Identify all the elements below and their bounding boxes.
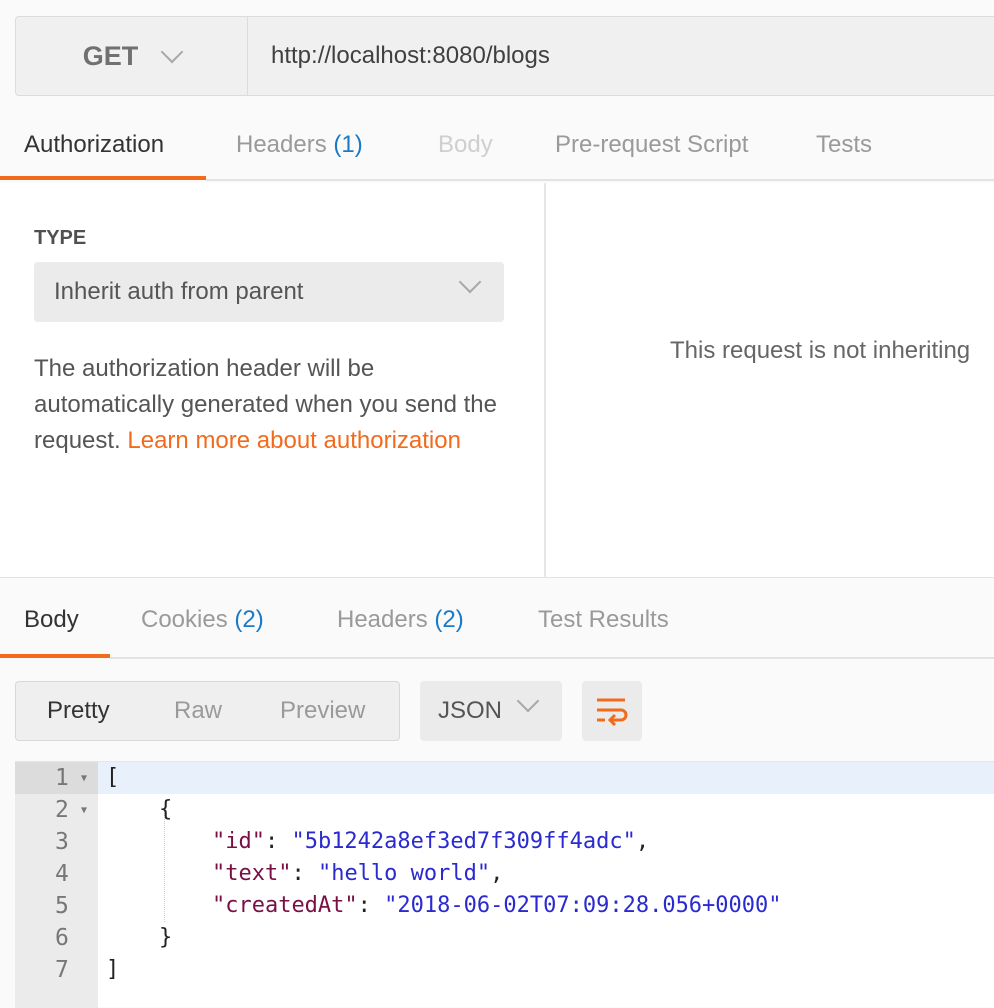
tab-label: Cookies: [141, 606, 228, 633]
chevron-down-icon: [458, 270, 482, 294]
format-dropdown[interactable]: JSON: [420, 681, 562, 741]
response-panel: Body Cookies (2) Headers (2) Test Result…: [0, 577, 994, 1008]
fold-arrow-icon[interactable]: ▼: [81, 763, 87, 795]
json-punctuation: }: [158, 925, 173, 950]
line-number: 5: [15, 890, 98, 922]
wrap-lines-icon: [597, 698, 628, 726]
tab-count: (1): [333, 131, 363, 158]
url-input[interactable]: http://localhost:8080/blogs: [271, 17, 550, 95]
json-punctuation: :: [264, 829, 292, 854]
json-string: "5b1242a8ef3ed7f309ff4adc": [291, 829, 636, 854]
tab-label: Headers: [337, 606, 428, 633]
json-key: "text": [211, 861, 292, 886]
preview-button[interactable]: Preview: [280, 697, 365, 725]
line-number-text: 7: [55, 957, 69, 983]
code-line: "createdAt": "2018-06-02T07:09:28.056+00…: [106, 890, 782, 922]
tab-tests[interactable]: Tests: [816, 131, 872, 159]
wrap-lines-button[interactable]: [582, 681, 642, 741]
json-string: "hello world": [317, 861, 491, 886]
line-number-text: 3: [55, 829, 69, 855]
line-number: 6: [15, 922, 98, 954]
tab-label: Body: [438, 131, 493, 158]
active-line-highlight: [98, 762, 994, 794]
tab-count: (2): [434, 606, 464, 633]
code-line: "id": "5b1242a8ef3ed7f309ff4adc",: [106, 826, 649, 858]
active-tab-indicator: [0, 654, 110, 658]
line-number-text: 4: [55, 861, 69, 887]
divider: [544, 183, 546, 577]
json-punctuation: :: [357, 893, 385, 918]
format-value: JSON: [438, 697, 503, 724]
tab-response-body[interactable]: Body: [24, 606, 79, 634]
tab-label: Tests: [816, 131, 873, 158]
code-line: }: [106, 922, 172, 954]
divider: [206, 179, 994, 181]
auth-type-dropdown[interactable]: Inherit auth from parent: [34, 262, 504, 322]
type-label: TYPE: [34, 227, 87, 249]
code-line: {: [106, 794, 172, 826]
code-line: [: [106, 762, 119, 794]
json-key: "id": [211, 829, 265, 854]
auth-type-value: Inherit auth from parent: [54, 278, 304, 305]
tab-authorization[interactable]: Authorization: [24, 131, 164, 159]
divider: [110, 657, 994, 659]
tab-label: Pre-request Script: [555, 131, 749, 158]
line-number: 4: [15, 858, 98, 890]
request-bar: GET http://localhost:8080/blogs: [15, 16, 994, 96]
auth-description: The authorization header will be automat…: [34, 351, 514, 459]
auth-panel: TYPE Inherit auth from parent The author…: [0, 183, 994, 577]
line-number-text: 5: [55, 893, 69, 919]
json-punctuation: {: [158, 797, 173, 822]
json-key: "createdAt": [211, 893, 358, 918]
method-label: GET: [82, 40, 139, 71]
code-line: "text": "hello world",: [106, 858, 503, 890]
line-number-text: 1: [55, 765, 69, 791]
tab-cookies[interactable]: Cookies (2): [141, 606, 264, 634]
active-tab-indicator: [0, 176, 206, 180]
tab-label: Headers: [236, 131, 327, 158]
inherit-message: This request is not inheriting: [670, 337, 971, 364]
tab-count: (2): [234, 606, 264, 633]
view-mode-group: Pretty Raw Preview: [15, 681, 400, 741]
line-number: 2 ▼: [15, 794, 98, 826]
pretty-button[interactable]: Pretty: [47, 697, 110, 725]
tab-test-results[interactable]: Test Results: [538, 606, 669, 634]
tab-headers[interactable]: Headers (1): [236, 131, 363, 159]
response-body-editor[interactable]: 1 ▼[2 ▼ {3 "id": "5b1242a8ef3ed7f309ff4adc…: [15, 761, 994, 1008]
method-dropdown[interactable]: GET: [16, 17, 248, 95]
json-punctuation: ]: [106, 957, 120, 982]
tab-pre-request-script[interactable]: Pre-request Script: [555, 131, 748, 159]
json-punctuation: ,: [490, 861, 504, 886]
tab-body[interactable]: Body: [438, 131, 493, 159]
line-number-text: 6: [55, 925, 69, 951]
tab-label: Body: [24, 606, 79, 633]
line-number: 3: [15, 826, 98, 858]
line-number-text: 2: [55, 797, 69, 823]
json-punctuation: [: [106, 765, 120, 790]
tab-response-headers[interactable]: Headers (2): [337, 606, 464, 634]
chevron-down-icon: [160, 40, 184, 64]
learn-more-link[interactable]: Learn more about authorization: [127, 427, 461, 454]
chevron-down-icon: [516, 689, 540, 713]
line-number: 7: [15, 954, 98, 986]
tab-label: Test Results: [538, 606, 669, 633]
fold-arrow-icon[interactable]: ▼: [81, 795, 87, 827]
tab-label: Authorization: [24, 131, 165, 158]
json-punctuation: ,: [635, 829, 650, 854]
json-punctuation: :: [291, 861, 318, 886]
raw-button[interactable]: Raw: [174, 697, 222, 725]
line-number: 1 ▼: [15, 762, 98, 794]
json-string: "2018-06-02T07:09:28.056+0000": [384, 893, 782, 918]
code-line: ]: [106, 954, 119, 986]
